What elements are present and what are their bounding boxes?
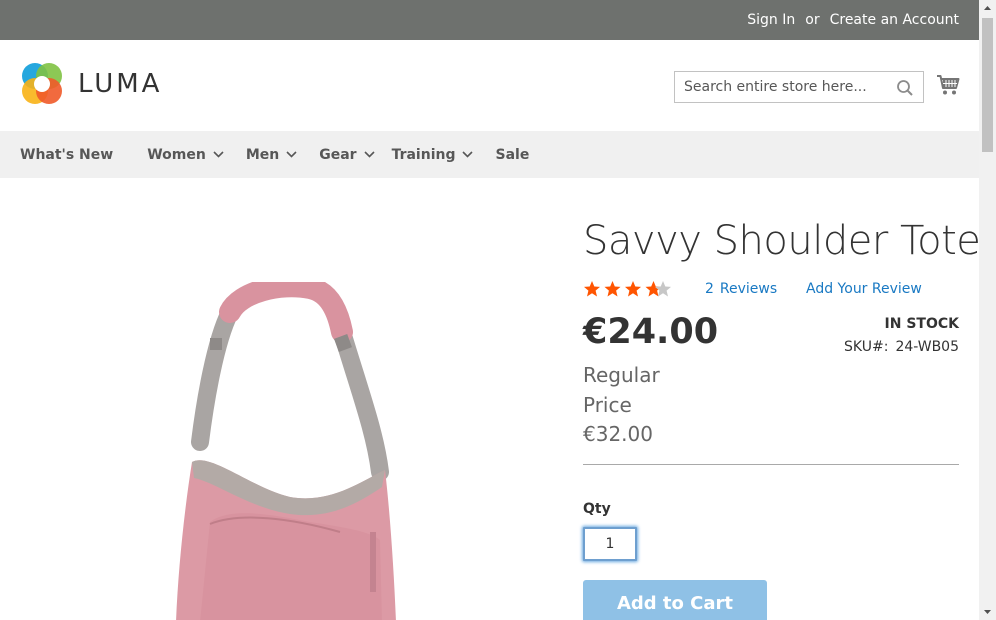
vertical-scrollbar[interactable] bbox=[979, 0, 996, 620]
cart-icon[interactable] bbox=[936, 74, 960, 96]
star-icon bbox=[625, 281, 641, 297]
logo-text: LUMA bbox=[78, 69, 163, 99]
sign-in-link[interactable]: Sign In bbox=[747, 12, 795, 28]
or-text: or bbox=[805, 12, 820, 28]
luma-logo-icon bbox=[22, 63, 62, 104]
qty-input[interactable] bbox=[583, 527, 637, 561]
regular-price: €32.00 bbox=[583, 422, 653, 446]
reviews-link[interactable]: 2 Reviews bbox=[705, 281, 777, 297]
divider bbox=[583, 464, 959, 465]
search-box bbox=[674, 71, 924, 103]
final-price: €24.00 bbox=[583, 312, 719, 352]
logo[interactable]: LUMA bbox=[20, 62, 162, 106]
nav-item-sale[interactable]: Sale bbox=[495, 147, 529, 163]
nav-item-label: Sale bbox=[495, 146, 530, 163]
add-to-cart-button[interactable]: Add to Cart bbox=[583, 580, 767, 620]
scroll-up-icon[interactable] bbox=[979, 0, 996, 17]
product-page: Sign In or Create an Account LUMA Search… bbox=[0, 0, 996, 620]
product-image bbox=[176, 282, 396, 620]
nav-item-label: Women bbox=[147, 146, 206, 163]
sku-label: SKU#: bbox=[844, 339, 889, 355]
nav-item-label: Training bbox=[391, 146, 456, 163]
product-title: Savvy Shoulder Tote bbox=[583, 218, 979, 264]
nav-item-label: Gear bbox=[319, 146, 357, 163]
star-icon bbox=[604, 281, 621, 297]
chevron-down-icon bbox=[462, 151, 474, 158]
qty-label: Qty bbox=[583, 501, 611, 517]
regular-price-label: Regular Price bbox=[583, 363, 660, 417]
nav-item-whats-new[interactable]: What's New bbox=[20, 147, 113, 163]
reviews-count: 2 bbox=[705, 281, 714, 297]
product-gallery[interactable] bbox=[0, 178, 560, 620]
nav-item-women[interactable]: Women bbox=[147, 147, 224, 163]
reviews-label: Reviews bbox=[719, 281, 778, 297]
search-input[interactable] bbox=[675, 72, 885, 102]
header-links: Sign In or Create an Account bbox=[747, 0, 959, 40]
create-account-link[interactable]: Create an Account bbox=[830, 12, 959, 28]
nav-item-men[interactable]: Men bbox=[246, 147, 297, 163]
site-header: LUMA bbox=[0, 40, 979, 131]
nav-item-gear[interactable]: Gear bbox=[319, 146, 375, 163]
nav-item-label: What's New bbox=[20, 146, 114, 163]
page-content: Sign In or Create an Account LUMA Search… bbox=[0, 0, 979, 620]
nav-item-training[interactable]: Training bbox=[392, 147, 474, 163]
add-review-link[interactable]: Add Your Review bbox=[806, 281, 922, 297]
nav-item-label: Men bbox=[245, 146, 280, 163]
chevron-down-icon bbox=[363, 151, 375, 158]
chevron-down-icon bbox=[286, 151, 297, 158]
sku-value: 24-WB05 bbox=[895, 339, 959, 355]
star-icon bbox=[584, 281, 600, 297]
top-panel: Sign In or Create an Account bbox=[0, 0, 979, 40]
product-sku: SKU#: 24-WB05 bbox=[844, 339, 959, 355]
scrollbar-thumb[interactable] bbox=[982, 18, 993, 152]
rating-stars bbox=[584, 281, 671, 297]
chevron-down-icon bbox=[213, 151, 224, 158]
main-navigation: What's New Women Men Gear Training Sale bbox=[0, 131, 979, 178]
search-icon[interactable] bbox=[896, 79, 914, 97]
scroll-down-icon[interactable] bbox=[979, 603, 996, 620]
stock-status: IN STOCK bbox=[884, 316, 959, 332]
